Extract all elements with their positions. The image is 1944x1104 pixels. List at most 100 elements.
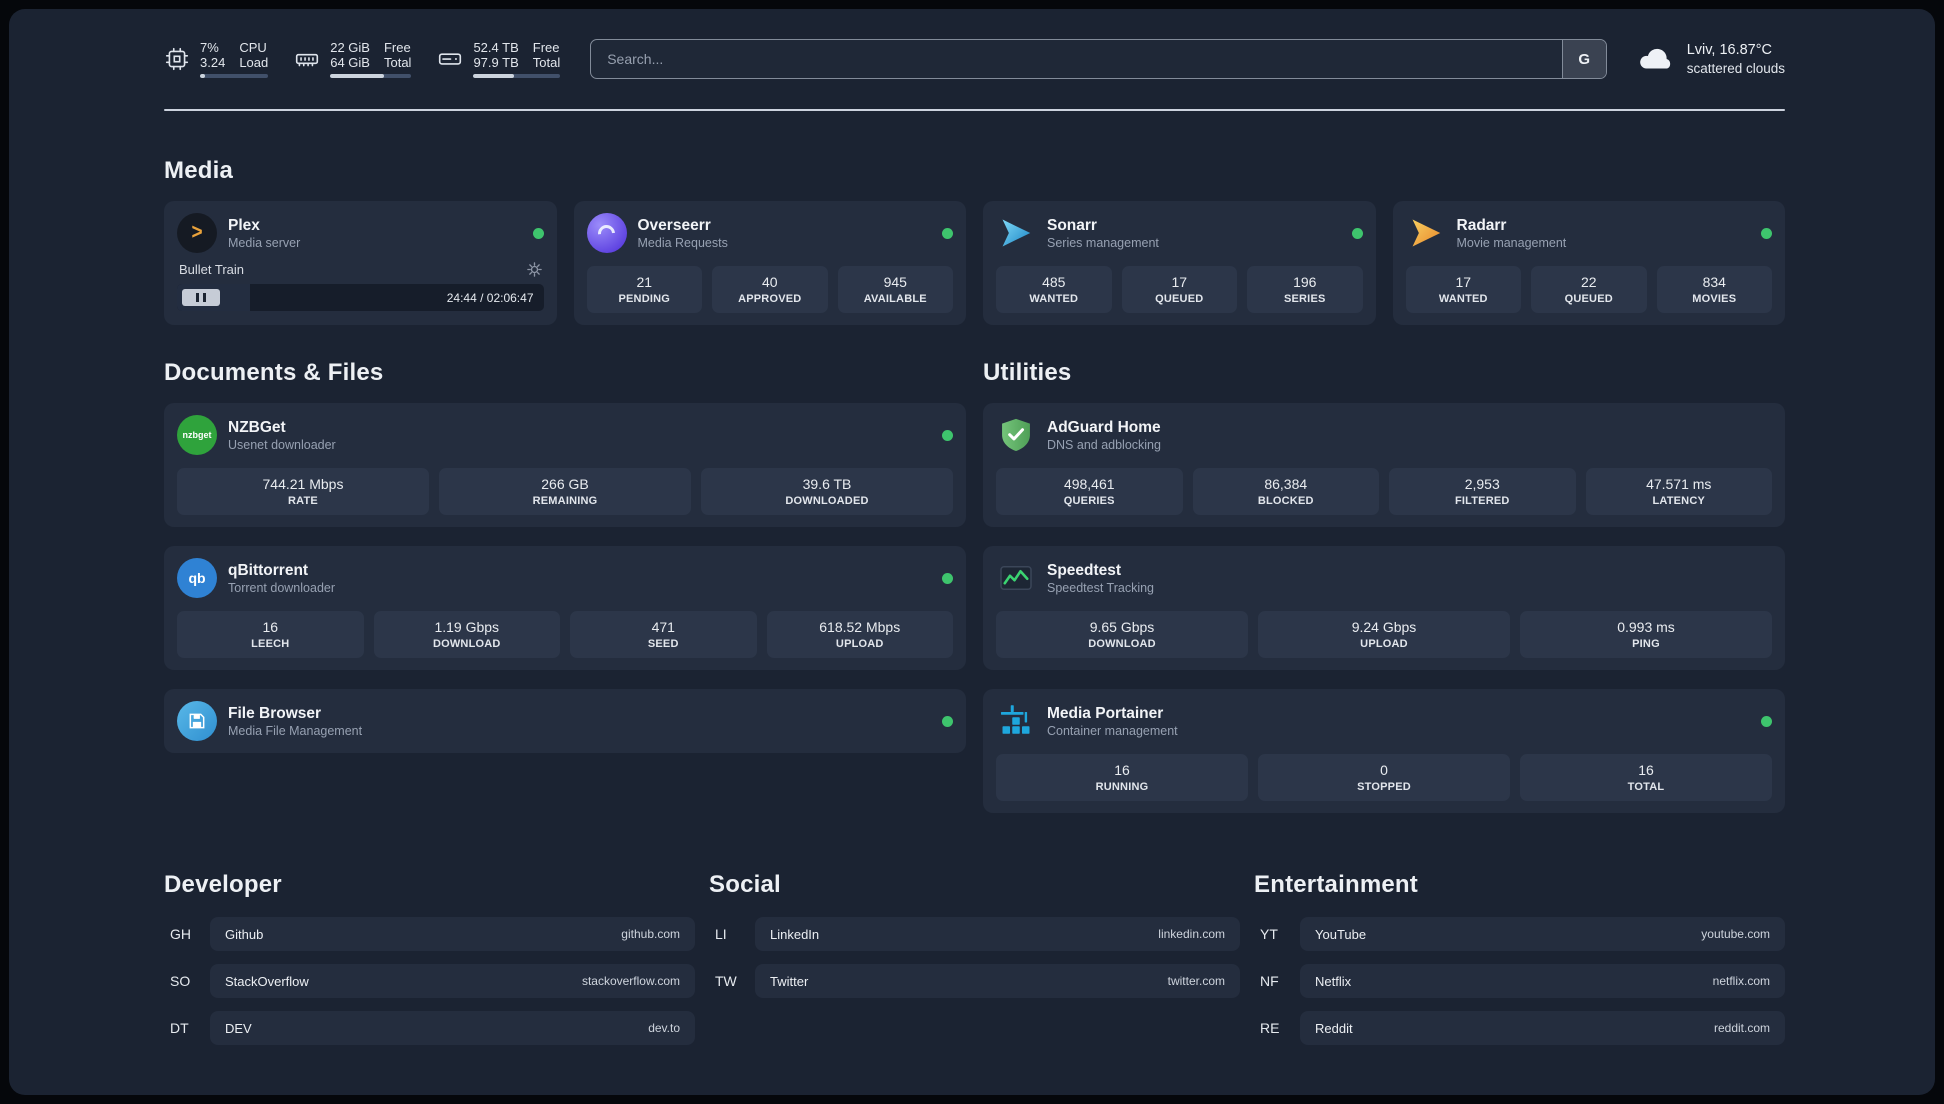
bookmark-link-netflix[interactable]: Netflix netflix.com bbox=[1300, 964, 1785, 998]
section-title-media: Media bbox=[164, 157, 234, 184]
cpu-load-value: 3.24 bbox=[200, 55, 226, 70]
stat-remaining: 266 GB REMAINING bbox=[439, 468, 691, 515]
bookmark-link-twitter[interactable]: Twitter twitter.com bbox=[755, 964, 1240, 998]
speedtest-icon bbox=[996, 558, 1036, 598]
app-card-adguard[interactable]: AdGuard Home DNS and adblocking 498,461 … bbox=[983, 403, 1785, 527]
bookmark-row: RE Reddit reddit.com bbox=[1254, 1011, 1785, 1045]
bookmark-abbr: SO bbox=[170, 973, 191, 989]
app-subtitle: Media Requests bbox=[637, 235, 728, 250]
disk-widget: 52.4 TB 97.9 TB Free Total bbox=[437, 40, 561, 78]
plex-player-bar[interactable]: 24:44 / 02:06:47 bbox=[177, 284, 544, 311]
overseerr-icon bbox=[586, 213, 627, 253]
stat-series: 196 SERIES bbox=[1247, 266, 1363, 313]
weather-condition: scattered clouds bbox=[1686, 60, 1785, 76]
app-card-speedtest[interactable]: Speedtest Speedtest Tracking 9.65 Gbps D… bbox=[983, 546, 1785, 670]
disk-usage-bar bbox=[473, 74, 561, 78]
app-name: Overseerr bbox=[637, 216, 711, 234]
status-dot bbox=[942, 429, 953, 441]
topbar-divider bbox=[164, 109, 1785, 111]
portainer-icon bbox=[996, 701, 1036, 741]
app-card-nzbget[interactable]: nzbget NZBGet Usenet downloader 744.21 M… bbox=[164, 403, 966, 527]
app-card-overseerr[interactable]: Overseerr Media Requests 21 PENDING 40 A… bbox=[573, 201, 966, 325]
app-subtitle: Container management bbox=[1047, 723, 1178, 738]
cpu-usage-fill bbox=[200, 74, 205, 78]
bookmark-link-linkedin[interactable]: LinkedIn linkedin.com bbox=[755, 917, 1240, 951]
cpu-label-bottom: Load bbox=[239, 55, 269, 70]
qbittorrent-icon: qb bbox=[177, 558, 217, 598]
ram-total-value: 64 GiB bbox=[330, 55, 370, 70]
bookmark-group-social: Social LI LinkedIn linkedin.com TW Twitt… bbox=[709, 871, 1240, 1058]
weather-widget[interactable]: Lviv, 16.87°C scattered clouds bbox=[1637, 40, 1785, 78]
search-engine-button[interactable]: G bbox=[1561, 40, 1606, 78]
stat-filtered: 2,953 FILTERED bbox=[1389, 468, 1576, 515]
section-title-entertainment: Entertainment bbox=[1254, 871, 1418, 898]
topbar: 7% 3.24 CPU Load 22 GiB 64 GiB Free Tota… bbox=[164, 37, 1785, 81]
disk-free-value: 52.4 TB bbox=[473, 40, 519, 55]
status-dot bbox=[942, 715, 953, 727]
status-dot bbox=[532, 227, 544, 239]
search-input[interactable] bbox=[591, 40, 1562, 78]
app-subtitle: Series management bbox=[1047, 235, 1159, 250]
bookmark-link-dev[interactable]: DEV dev.to bbox=[210, 1011, 695, 1045]
weather-location: Lviv, 16.87°C bbox=[1686, 41, 1773, 58]
search-bar: G bbox=[590, 39, 1607, 79]
bookmark-link-stackoverflow[interactable]: StackOverflow stackoverflow.com bbox=[210, 964, 695, 998]
pause-icon bbox=[196, 293, 199, 302]
stat-wanted: 485 WANTED bbox=[996, 266, 1112, 313]
stat-download: 9.65 Gbps DOWNLOAD bbox=[996, 611, 1248, 658]
app-name: AdGuard Home bbox=[1047, 418, 1161, 436]
stat-upload: 9.24 Gbps UPLOAD bbox=[1258, 611, 1510, 658]
ram-usage-fill bbox=[330, 74, 384, 78]
filebrowser-icon bbox=[177, 701, 217, 741]
app-card-sonarr[interactable]: Sonarr Series management 485 WANTED 17 Q… bbox=[983, 201, 1376, 325]
app-card-qbittorrent[interactable]: qb qBittorrent Torrent downloader 16 LEE… bbox=[164, 546, 966, 670]
nzbget-icon: nzbget bbox=[177, 415, 217, 455]
ram-label-bottom: Total bbox=[383, 55, 412, 70]
section-documents: Documents & Files nzbget NZBGet Usenet d… bbox=[164, 325, 966, 753]
app-subtitle: Movie management bbox=[1456, 235, 1567, 250]
stat-approved: 40 APPROVED bbox=[712, 266, 828, 313]
app-card-plex[interactable]: > Plex Media server Bullet Train 24:44 /… bbox=[164, 201, 557, 325]
cpu-label-top: CPU bbox=[239, 40, 267, 55]
app-subtitle: DNS and adblocking bbox=[1047, 437, 1161, 452]
bookmark-link-youtube[interactable]: YouTube youtube.com bbox=[1300, 917, 1785, 951]
bookmark-abbr: LI bbox=[715, 926, 727, 942]
disk-usage-fill bbox=[473, 74, 515, 78]
app-name: NZBGet bbox=[228, 418, 286, 436]
bookmark-row: YT YouTube youtube.com bbox=[1254, 917, 1785, 951]
stat-rate: 744.21 Mbps RATE bbox=[177, 468, 429, 515]
ram-usage-bar bbox=[330, 74, 412, 78]
stat-queued: 22 QUEUED bbox=[1531, 266, 1647, 313]
app-name: Radarr bbox=[1456, 216, 1507, 234]
status-dot bbox=[1351, 227, 1363, 239]
bookmark-link-reddit[interactable]: Reddit reddit.com bbox=[1300, 1011, 1785, 1045]
bookmark-row: NF Netflix netflix.com bbox=[1254, 964, 1785, 998]
bookmark-link-github[interactable]: Github github.com bbox=[210, 917, 695, 951]
bookmarks-area: Developer GH Github github.com SO StackO… bbox=[164, 871, 1785, 1058]
bookmark-row: GH Github github.com bbox=[164, 917, 695, 951]
stat-total: 16 TOTAL bbox=[1520, 754, 1772, 801]
stat-movies: 834 MOVIES bbox=[1656, 266, 1772, 313]
status-dot bbox=[1761, 227, 1772, 239]
status-dot bbox=[942, 572, 953, 584]
app-card-portainer[interactable]: Media Portainer Container management 16 … bbox=[983, 689, 1785, 813]
bookmark-abbr: RE bbox=[1260, 1020, 1280, 1036]
app-subtitle: Speedtest Tracking bbox=[1047, 580, 1155, 595]
system-widgets: 7% 3.24 CPU Load 22 GiB 64 GiB Free Tota… bbox=[164, 40, 561, 78]
app-card-filebrowser[interactable]: File Browser Media File Management bbox=[164, 689, 966, 753]
app-card-radarr[interactable]: Radarr Movie management 17 WANTED 22 QUE… bbox=[1392, 201, 1785, 325]
stat-stopped: 0 STOPPED bbox=[1258, 754, 1510, 801]
disk-total-value: 97.9 TB bbox=[473, 55, 519, 70]
stat-seed: 471 SEED bbox=[570, 611, 757, 658]
app-name: Media Portainer bbox=[1047, 704, 1164, 722]
pause-button[interactable] bbox=[182, 289, 220, 306]
ram-icon bbox=[296, 53, 319, 67]
bookmark-row: SO StackOverflow stackoverflow.com bbox=[164, 964, 695, 998]
cpu-icon bbox=[165, 47, 189, 71]
app-subtitle: Media server bbox=[228, 235, 301, 250]
status-dot bbox=[942, 227, 953, 239]
app-name: qBittorrent bbox=[228, 561, 309, 579]
bookmark-abbr: TW bbox=[715, 973, 737, 989]
gear-icon[interactable] bbox=[526, 262, 542, 277]
app-name: Plex bbox=[228, 216, 260, 234]
